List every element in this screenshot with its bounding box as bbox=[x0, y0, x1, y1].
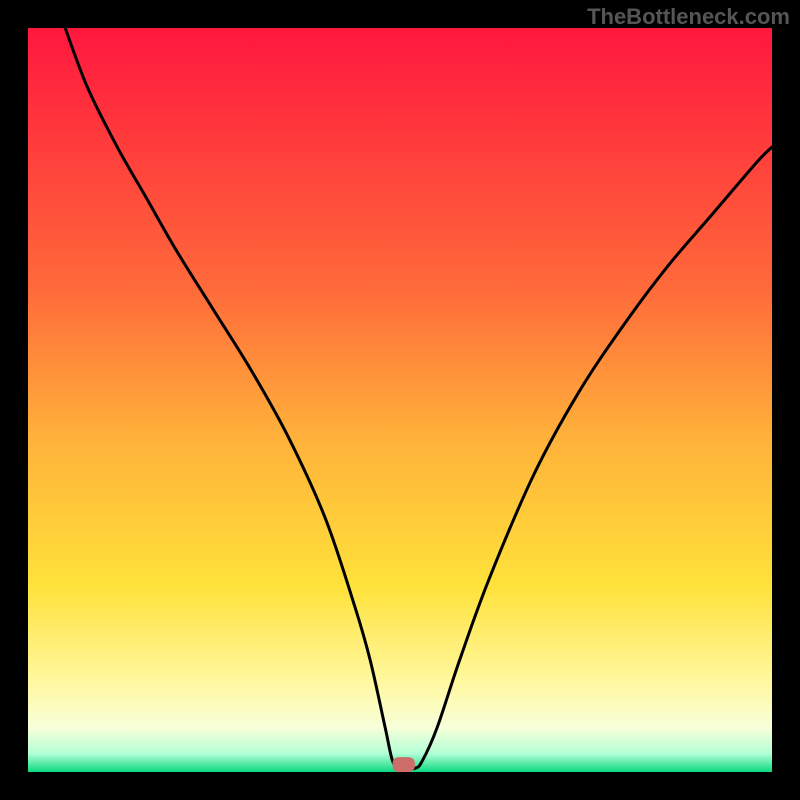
plot-area bbox=[28, 28, 772, 772]
chart-frame: TheBottleneck.com bbox=[0, 0, 800, 800]
optimum-marker bbox=[393, 757, 415, 772]
bottleneck-chart bbox=[28, 28, 772, 772]
watermark-text: TheBottleneck.com bbox=[587, 4, 790, 30]
gradient-background bbox=[28, 28, 772, 772]
